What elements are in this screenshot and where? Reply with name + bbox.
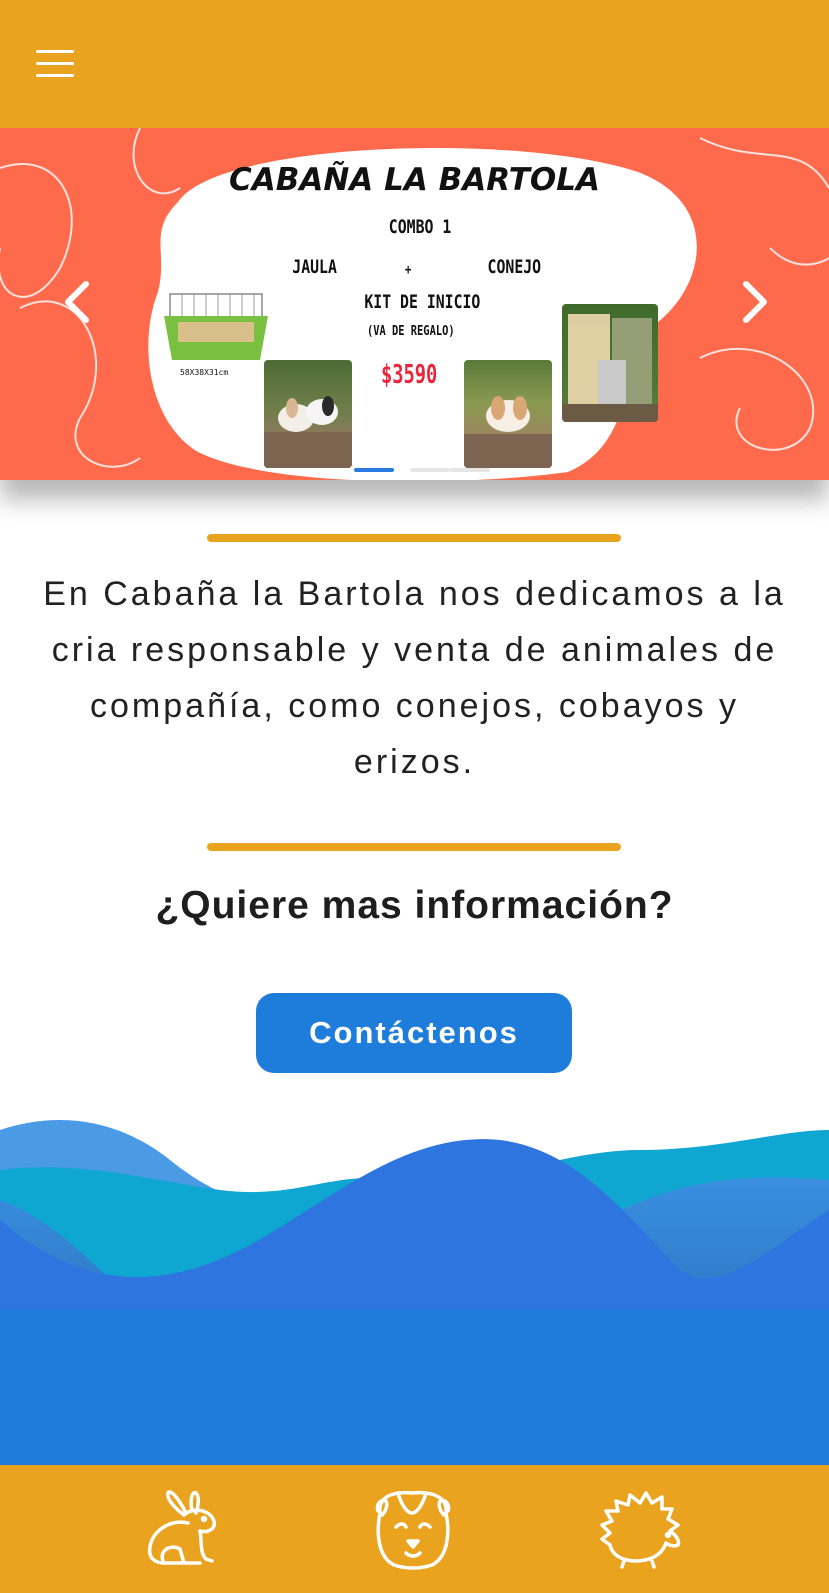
banner-kit: KIT DE INICIO [364, 291, 481, 313]
banner-item-left: JAULA [292, 256, 337, 278]
divider-top [207, 534, 621, 542]
top-header [0, 0, 829, 128]
bottom-nav [0, 1465, 829, 1593]
cage-image [164, 293, 268, 360]
banner-title: CABAÑA LA BARTOLA [229, 162, 600, 198]
divider-middle [207, 843, 621, 851]
cage-size: 58X38X31cm [180, 368, 229, 377]
bedding-bags-photo [562, 304, 658, 422]
nav-guinea-pigs[interactable] [368, 1483, 458, 1573]
banner-combo: COMBO 1 [388, 216, 452, 238]
more-info-question: ¿Quiere mas información? [155, 884, 674, 927]
nav-rabbits[interactable] [140, 1483, 230, 1573]
rabbit-photo [264, 360, 352, 468]
carousel-prev-button[interactable] [60, 278, 96, 326]
banner-price: $3590 [380, 360, 438, 390]
decorative-waves [0, 1120, 829, 1470]
rabbit-icon [147, 1490, 217, 1565]
banner-gift: (VA DE REGALO) [366, 324, 455, 339]
intro-text: En Cabaña la Bartola nos dedicamos a la … [43, 575, 786, 781]
chevron-right-icon [743, 281, 767, 323]
carousel-indicator-1[interactable] [354, 468, 394, 472]
promo-carousel: CABAÑA LA BARTOLA COMBO 1 JAULA + CONEJO… [0, 128, 829, 480]
chevron-left-icon [65, 281, 89, 323]
rabbit-photo-2 [464, 360, 552, 468]
carousel-indicator-3[interactable] [450, 468, 490, 472]
carousel-indicator-2[interactable] [410, 468, 450, 472]
carousel-next-button[interactable] [736, 278, 772, 326]
banner-plus: + [404, 262, 412, 278]
contact-button[interactable]: Contáctenos [256, 993, 572, 1073]
guinea-pig-icon [375, 1490, 451, 1570]
banner-item-right: CONEJO [487, 256, 542, 278]
nav-hedgehogs[interactable] [596, 1483, 686, 1573]
hedgehog-icon [600, 1491, 681, 1569]
hamburger-menu-icon[interactable] [36, 50, 74, 80]
